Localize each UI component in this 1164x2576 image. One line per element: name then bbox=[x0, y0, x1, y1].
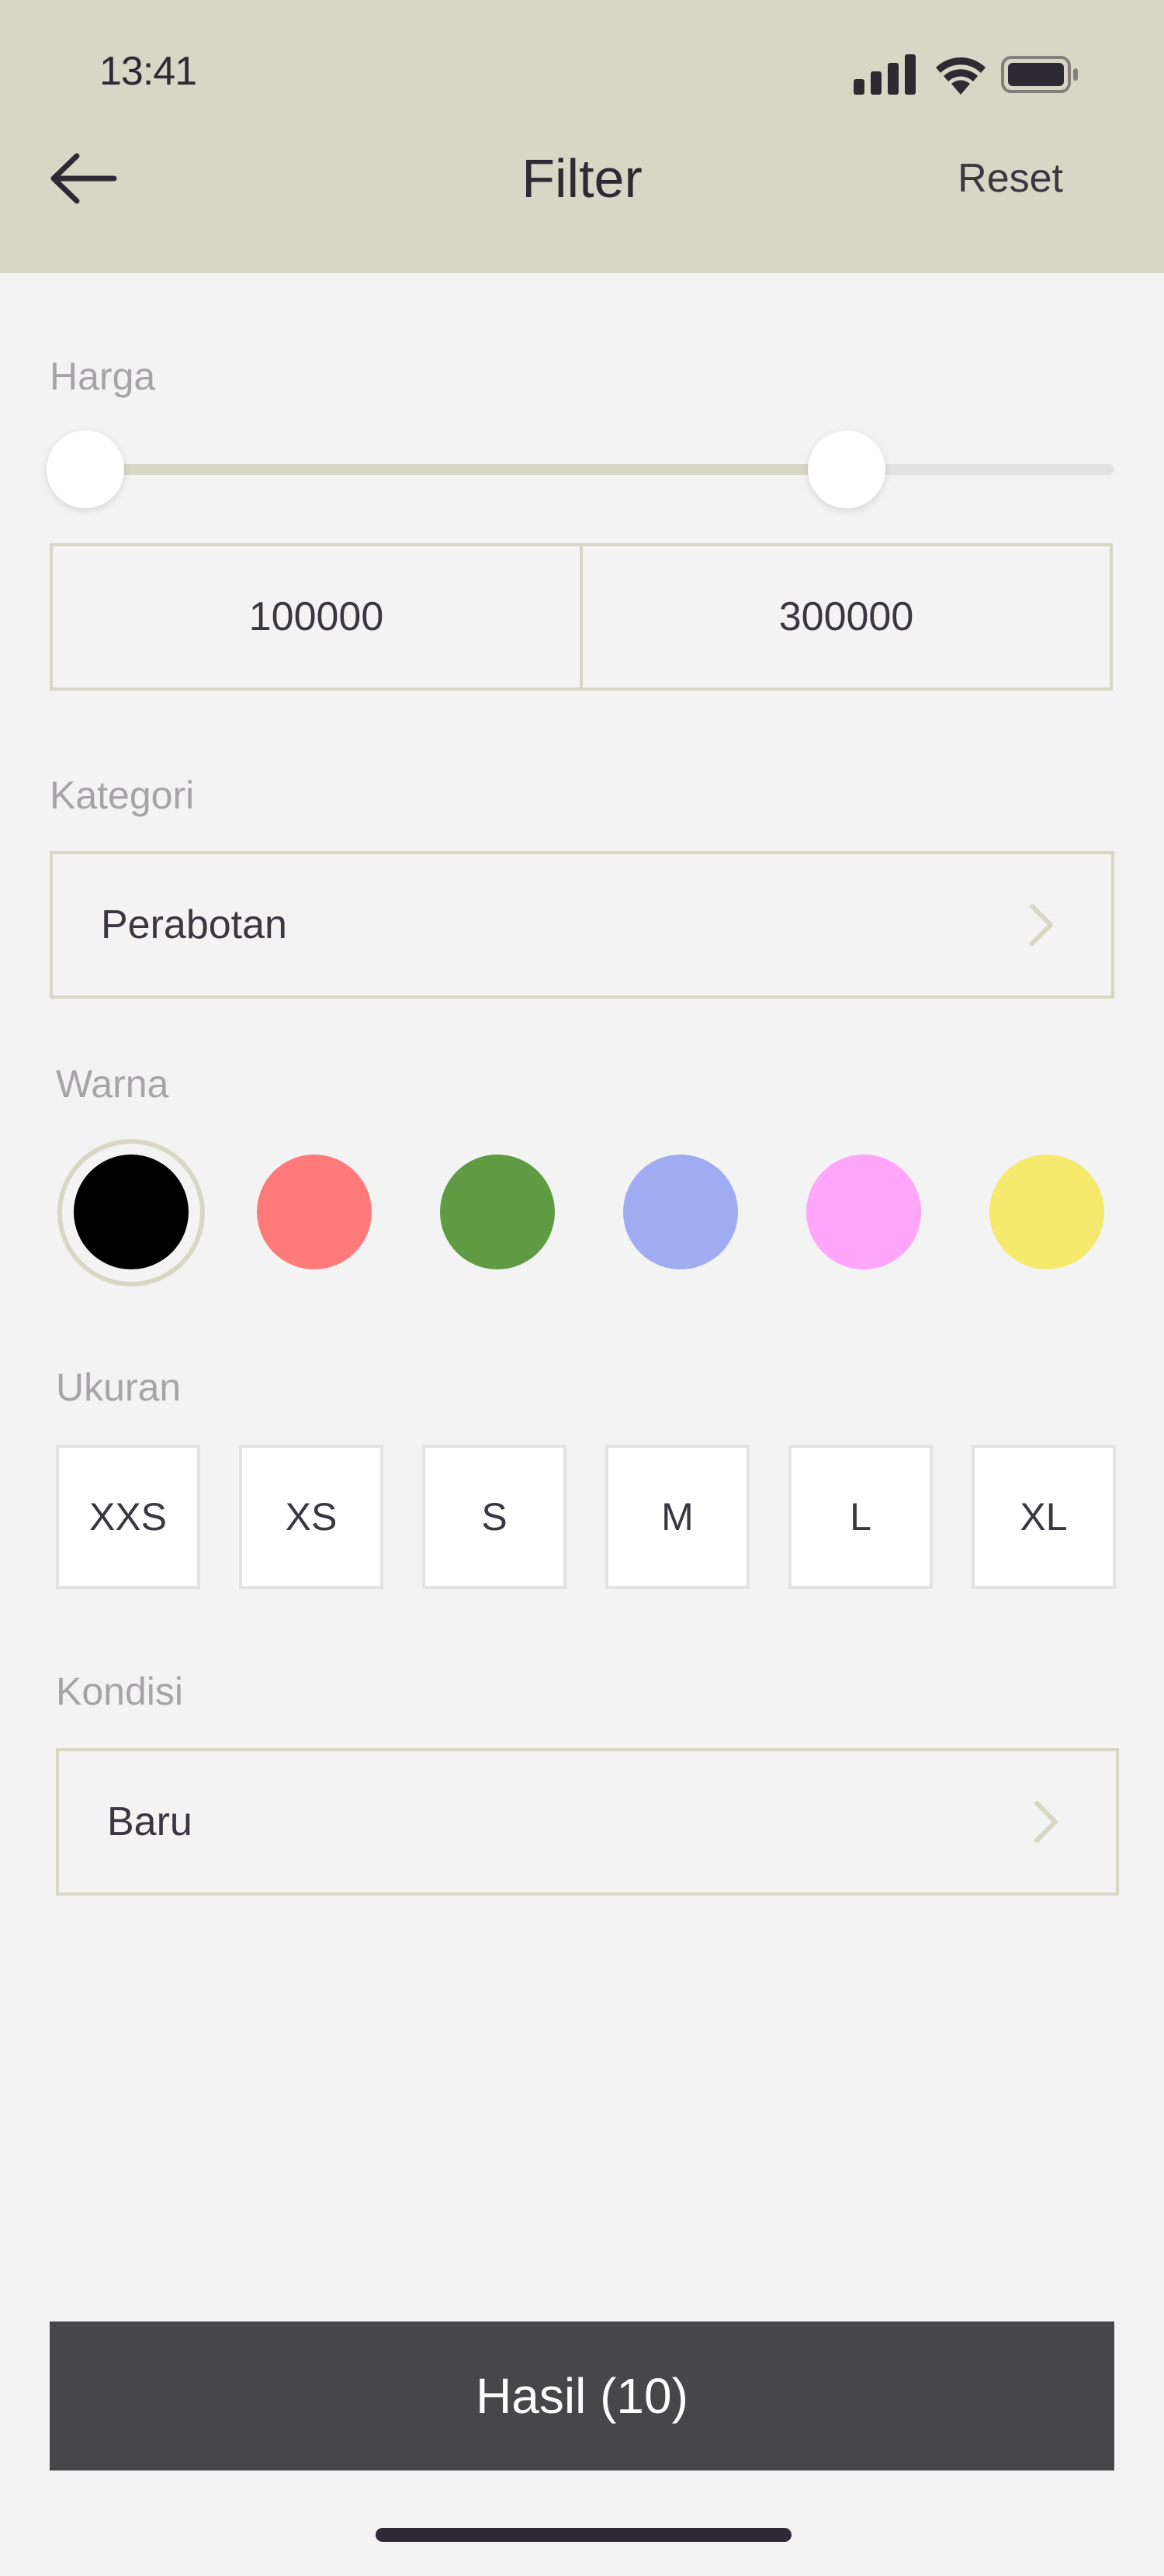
category-value: Perabotan bbox=[101, 902, 287, 947]
size-option-xxs[interactable]: XXS bbox=[56, 1445, 200, 1589]
category-select[interactable]: Perabotan bbox=[50, 851, 1114, 999]
arrow-left-icon bbox=[50, 153, 117, 204]
home-indicator bbox=[376, 2528, 792, 2542]
price-range-inputs bbox=[50, 543, 1113, 691]
color-swatch[interactable] bbox=[989, 1155, 1104, 1269]
price-min-input[interactable] bbox=[53, 545, 580, 688]
color-label: Warna bbox=[56, 1062, 169, 1106]
signal-icon bbox=[854, 54, 916, 95]
size-option-xs[interactable]: XS bbox=[239, 1445, 383, 1589]
price-slider-max-handle[interactable] bbox=[808, 431, 886, 508]
size-option-s[interactable]: S bbox=[422, 1445, 566, 1589]
back-button[interactable] bbox=[47, 146, 121, 211]
color-swatch[interactable] bbox=[257, 1155, 372, 1269]
wifi-icon bbox=[936, 57, 986, 95]
reset-button[interactable]: Reset bbox=[958, 154, 1063, 203]
price-label: Harga bbox=[50, 355, 156, 398]
battery-icon bbox=[1001, 56, 1078, 93]
chevron-right-icon bbox=[1034, 1801, 1058, 1843]
size-option-xl[interactable]: XL bbox=[972, 1445, 1116, 1589]
color-swatch[interactable] bbox=[623, 1155, 738, 1269]
chevron-right-icon bbox=[1030, 904, 1053, 946]
size-label: Ukuran bbox=[56, 1366, 182, 1409]
status-icons bbox=[854, 50, 1117, 99]
price-min-cell bbox=[53, 545, 580, 688]
size-option-l[interactable]: L bbox=[788, 1445, 933, 1589]
condition-value: Baru bbox=[107, 1799, 192, 1844]
price-max-cell bbox=[580, 545, 1110, 688]
condition-label: Kondisi bbox=[56, 1670, 183, 1713]
show-results-button[interactable]: Hasil (10) bbox=[50, 2322, 1114, 2470]
color-swatch[interactable] bbox=[74, 1155, 189, 1269]
color-swatch[interactable] bbox=[440, 1155, 555, 1269]
price-slider-min-handle[interactable] bbox=[47, 431, 124, 508]
status-time: 13:41 bbox=[99, 49, 197, 94]
color-swatch[interactable] bbox=[806, 1155, 921, 1269]
size-option-m[interactable]: M bbox=[605, 1445, 750, 1589]
category-label: Kategori bbox=[50, 774, 195, 817]
condition-select[interactable]: Baru bbox=[56, 1748, 1119, 1896]
price-slider-range bbox=[85, 464, 847, 475]
price-max-input[interactable] bbox=[583, 545, 1110, 688]
header-bar bbox=[0, 0, 1164, 273]
status-bar-icons bbox=[854, 54, 1078, 95]
